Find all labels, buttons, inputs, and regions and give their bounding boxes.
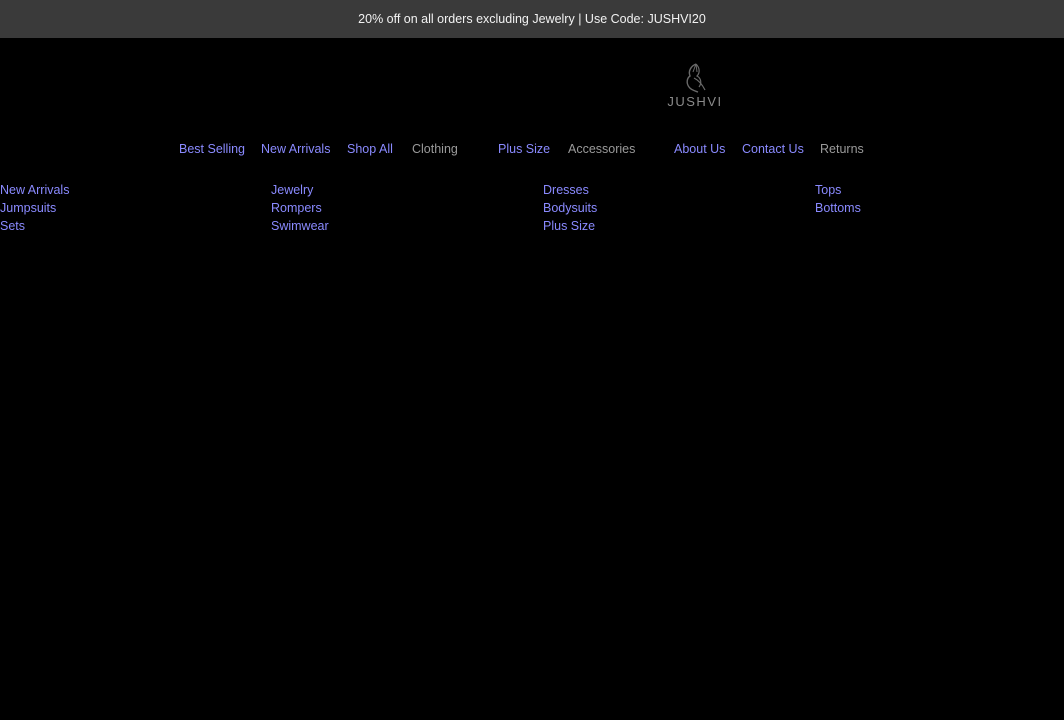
submenu-rompers[interactable]: Rompers [271,201,322,215]
nav-clothing[interactable]: Clothing [412,142,458,156]
submenu-jewelry[interactable]: Jewelry [271,183,313,197]
butterfly-logo-icon [686,63,706,93]
nav-new-arrivals[interactable]: New Arrivals [261,142,330,156]
nav-about-us[interactable]: About Us [674,142,725,156]
submenu-jumpsuits[interactable]: Jumpsuits [0,201,56,215]
submenu-new-arrivals[interactable]: New Arrivals [0,183,69,197]
nav-contact-us[interactable]: Contact Us [742,142,804,156]
logo-text: JUSHVI [667,94,723,109]
nav-returns[interactable]: Returns [820,142,864,156]
submenu-plus-size[interactable]: Plus Size [543,219,595,233]
submenu-bottoms[interactable]: Bottoms [815,201,861,215]
submenu-sets[interactable]: Sets [0,219,25,233]
nav-accessories[interactable]: Accessories [568,142,635,156]
submenu-bodysuits[interactable]: Bodysuits [543,201,597,215]
nav-plus-size[interactable]: Plus Size [498,142,550,156]
announcement-text: 20% off on all orders excluding Jewelry … [358,12,706,26]
submenu-swimwear[interactable]: Swimwear [271,219,329,233]
submenu-tops[interactable]: Tops [815,183,841,197]
nav-shop-all[interactable]: Shop All [347,142,393,156]
submenu-dresses[interactable]: Dresses [543,183,589,197]
announcement-bar: 20% off on all orders excluding Jewelry … [0,0,1064,38]
nav-best-selling[interactable]: Best Selling [179,142,245,156]
site-logo[interactable]: JUSHVI [662,62,728,116]
